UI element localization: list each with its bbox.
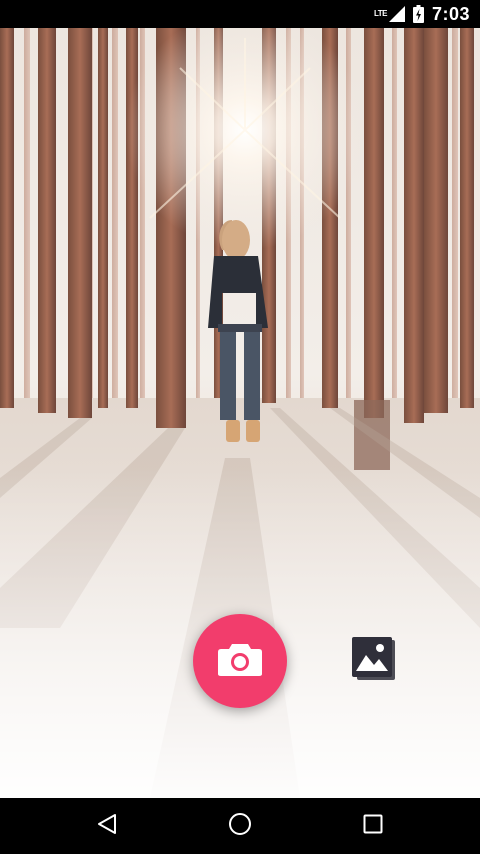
navigation-bar (0, 798, 480, 854)
app-screen: LTE 7:03 (0, 0, 480, 854)
gallery-icon (349, 635, 399, 688)
battery-icon (412, 5, 424, 23)
back-icon (96, 813, 118, 840)
gallery-button[interactable] (346, 634, 402, 688)
status-icons: LTE 7:03 (374, 4, 470, 25)
status-bar: LTE 7:03 (0, 0, 480, 28)
home-button[interactable] (210, 798, 270, 854)
camera-icon (217, 641, 263, 682)
back-button[interactable] (77, 798, 137, 854)
recents-icon (363, 814, 383, 839)
home-icon (228, 812, 252, 841)
camera-button[interactable] (193, 614, 287, 708)
status-clock: 7:03 (431, 3, 470, 24)
recents-button[interactable] (343, 798, 403, 854)
signal-icon (388, 6, 405, 22)
network-type-label: LTE (373, 8, 388, 18)
